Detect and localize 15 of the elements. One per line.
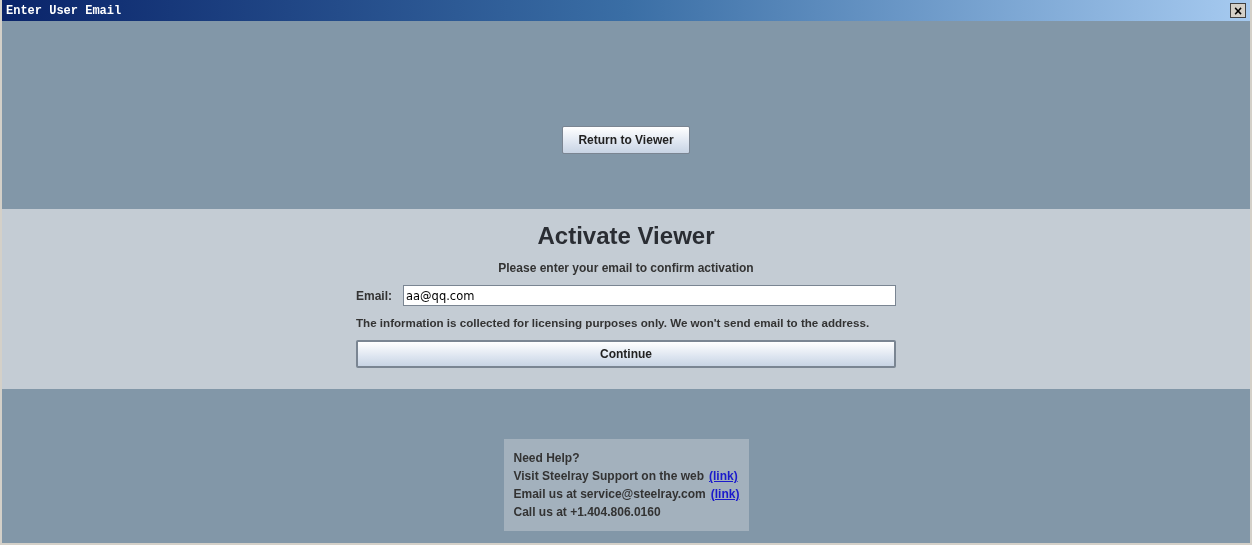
- help-text: Need Help?: [513, 450, 580, 467]
- window-title: Enter User Email: [6, 3, 122, 18]
- help-text: Email us at service@steelray.com: [513, 486, 706, 503]
- help-link[interactable]: (link): [709, 467, 738, 485]
- close-button[interactable]: ×: [1230, 3, 1246, 18]
- email-field[interactable]: aa@qq.com: [403, 285, 896, 306]
- email-label: Email:: [356, 288, 392, 303]
- help-text: Call us at +1.404.806.0160: [513, 504, 661, 521]
- help-text: Visit Steelray Support on the web: [513, 468, 704, 485]
- note-text: The information is collected for licensing purposes only. We won't send email to the address.: [356, 316, 870, 329]
- continue-button[interactable]: Continue: [356, 340, 896, 368]
- heading: Activate Viewer: [537, 222, 715, 250]
- return-to-viewer-button[interactable]: Return to Viewer: [562, 126, 690, 154]
- help-link[interactable]: (link): [710, 485, 740, 503]
- prompt-text: Please enter your email to confirm activation: [498, 261, 754, 275]
